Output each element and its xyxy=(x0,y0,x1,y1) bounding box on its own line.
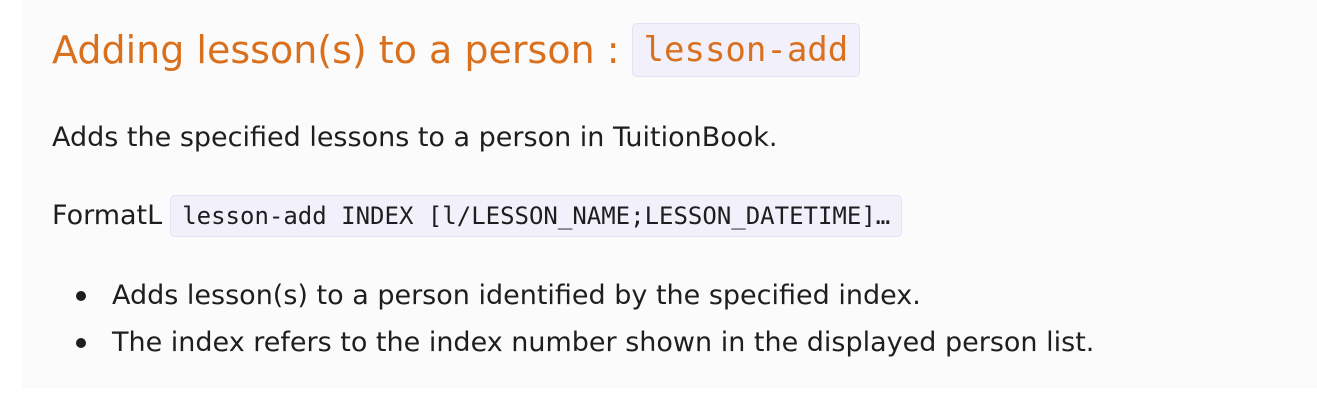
list-item: Adds lesson(s) to a person identified by… xyxy=(52,272,1094,319)
list-item: The index refers to the index number sho… xyxy=(52,319,1094,366)
bullet-icon xyxy=(76,291,86,301)
details-list: Adds lesson(s) to a person identified by… xyxy=(52,272,1094,366)
format-paragraph: FormatL lesson-add INDEX [l/LESSON_NAME;… xyxy=(52,194,903,238)
format-code: lesson-add INDEX [l/LESSON_NAME;LESSON_D… xyxy=(170,195,903,237)
list-item-text: The index refers to the index number sho… xyxy=(112,327,1095,358)
section-heading: Adding lesson(s) to a person : lesson-ad… xyxy=(52,22,861,78)
format-label: FormatL xyxy=(52,200,163,231)
heading-command-code: lesson-add xyxy=(631,23,861,77)
document-section: Adding lesson(s) to a person : lesson-ad… xyxy=(22,0,1317,388)
heading-text: Adding lesson(s) to a person : xyxy=(52,28,620,72)
description-paragraph: Adds the specified lessons to a person i… xyxy=(52,122,778,153)
list-item-text: Adds lesson(s) to a person identified by… xyxy=(112,280,921,311)
bullet-icon xyxy=(76,338,86,348)
